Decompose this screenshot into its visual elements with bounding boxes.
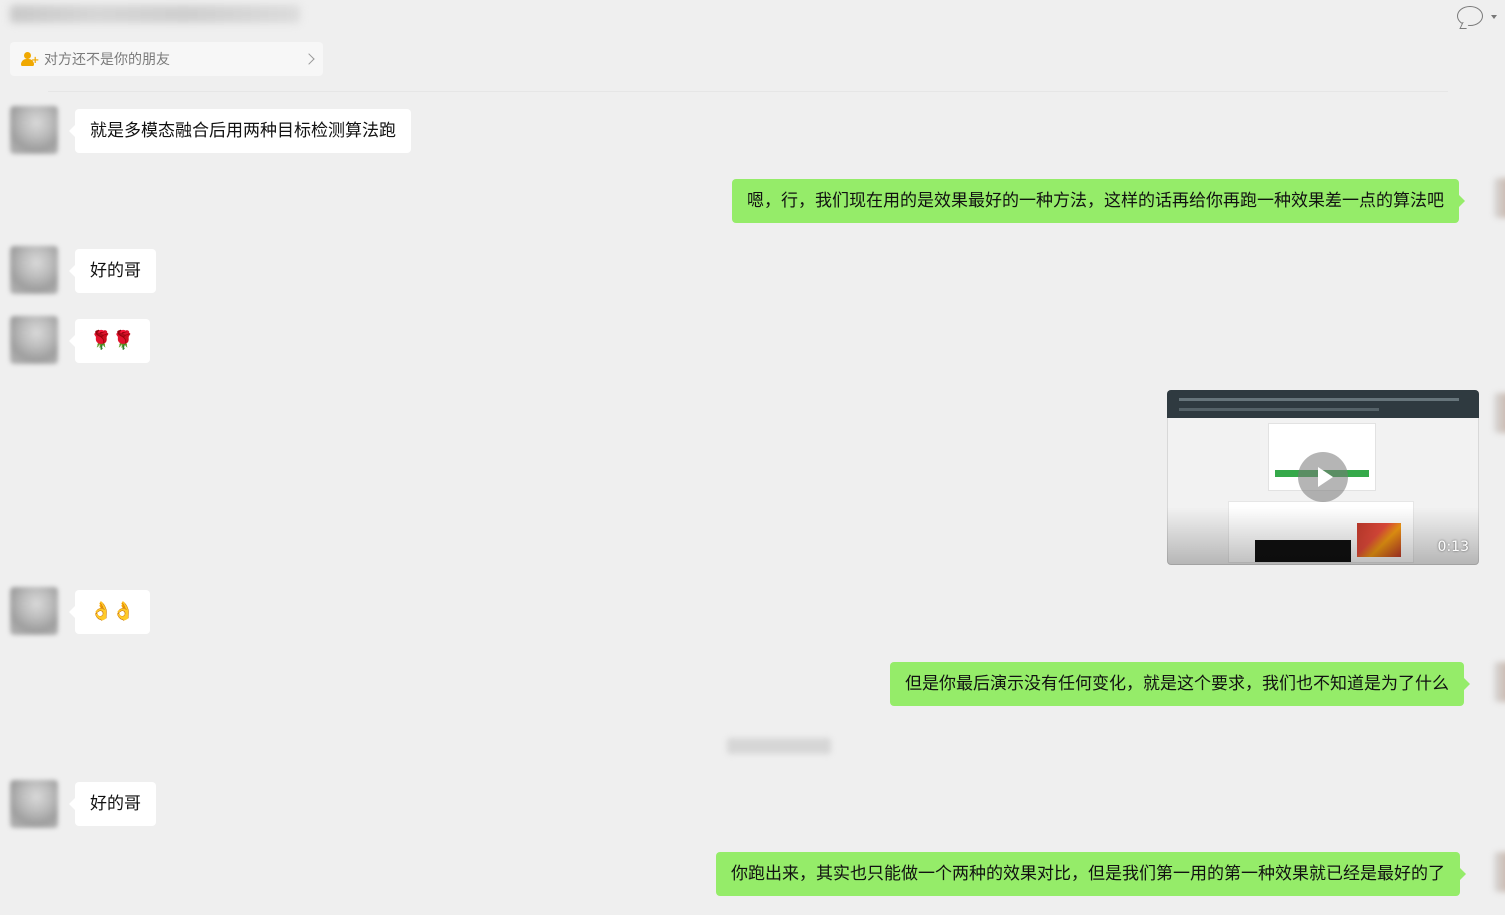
video-duration: 0:13 bbox=[1437, 539, 1469, 555]
message-bubble-right[interactable]: 嗯，行，我们现在用的是效果最好的一种方法，这样的话再给你再跑一种效果差一点的算法… bbox=[732, 179, 1465, 223]
message-bubble-left[interactable]: 👌👌 bbox=[69, 590, 150, 634]
avatar[interactable] bbox=[1494, 852, 1505, 892]
not-friend-text: 对方还不是你的朋友 bbox=[44, 52, 170, 68]
video-message[interactable]: 0:13 bbox=[1167, 390, 1479, 565]
avatar[interactable] bbox=[10, 587, 58, 635]
top-actions bbox=[1457, 6, 1497, 26]
message-bubble-left[interactable]: 好的哥 bbox=[69, 782, 156, 826]
play-icon[interactable] bbox=[1298, 452, 1348, 502]
avatar[interactable] bbox=[1494, 662, 1505, 702]
avatar[interactable] bbox=[1494, 393, 1505, 433]
avatar[interactable] bbox=[10, 780, 58, 828]
avatar[interactable] bbox=[10, 316, 58, 364]
message-bubble-left[interactable]: 就是多模态融合后用两种目标检测算法跑 bbox=[69, 109, 411, 153]
video-thumbnail-shade bbox=[1167, 507, 1479, 565]
chat-title-blurred bbox=[10, 5, 300, 23]
chevron-right-icon bbox=[303, 53, 315, 65]
video-thumbnail-topbar bbox=[1167, 390, 1479, 418]
chevron-down-icon[interactable] bbox=[1491, 15, 1497, 19]
add-friend-icon: + bbox=[20, 51, 39, 67]
avatar[interactable] bbox=[10, 246, 58, 294]
rose-emoji: 🌹🌹 bbox=[90, 330, 135, 351]
not-friend-banner[interactable]: + 对方还不是你的朋友 bbox=[10, 42, 323, 76]
message-bubble-left[interactable]: 🌹🌹 bbox=[69, 319, 150, 363]
timestamp-blurred bbox=[727, 738, 831, 754]
message-bubble-right[interactable]: 你跑出来，其实也只能做一个两种的效果对比，但是我们第一用的第一种效果就已经是最好… bbox=[716, 852, 1466, 896]
message-bubble-right[interactable]: 但是你最后演示没有任何变化，就是这个要求，我们也不知道是为了什么 bbox=[890, 662, 1470, 706]
ok-hand-emoji: 👌👌 bbox=[90, 601, 135, 622]
avatar[interactable] bbox=[1494, 178, 1505, 218]
chat-window: + 对方还不是你的朋友 就是多模态融合后用两种目标检测算法跑 嗯，行，我们现在用… bbox=[0, 0, 1505, 915]
divider bbox=[48, 91, 1448, 92]
chat-bubble-icon[interactable] bbox=[1457, 6, 1483, 26]
avatar[interactable] bbox=[10, 106, 58, 154]
message-bubble-left[interactable]: 好的哥 bbox=[69, 249, 156, 293]
